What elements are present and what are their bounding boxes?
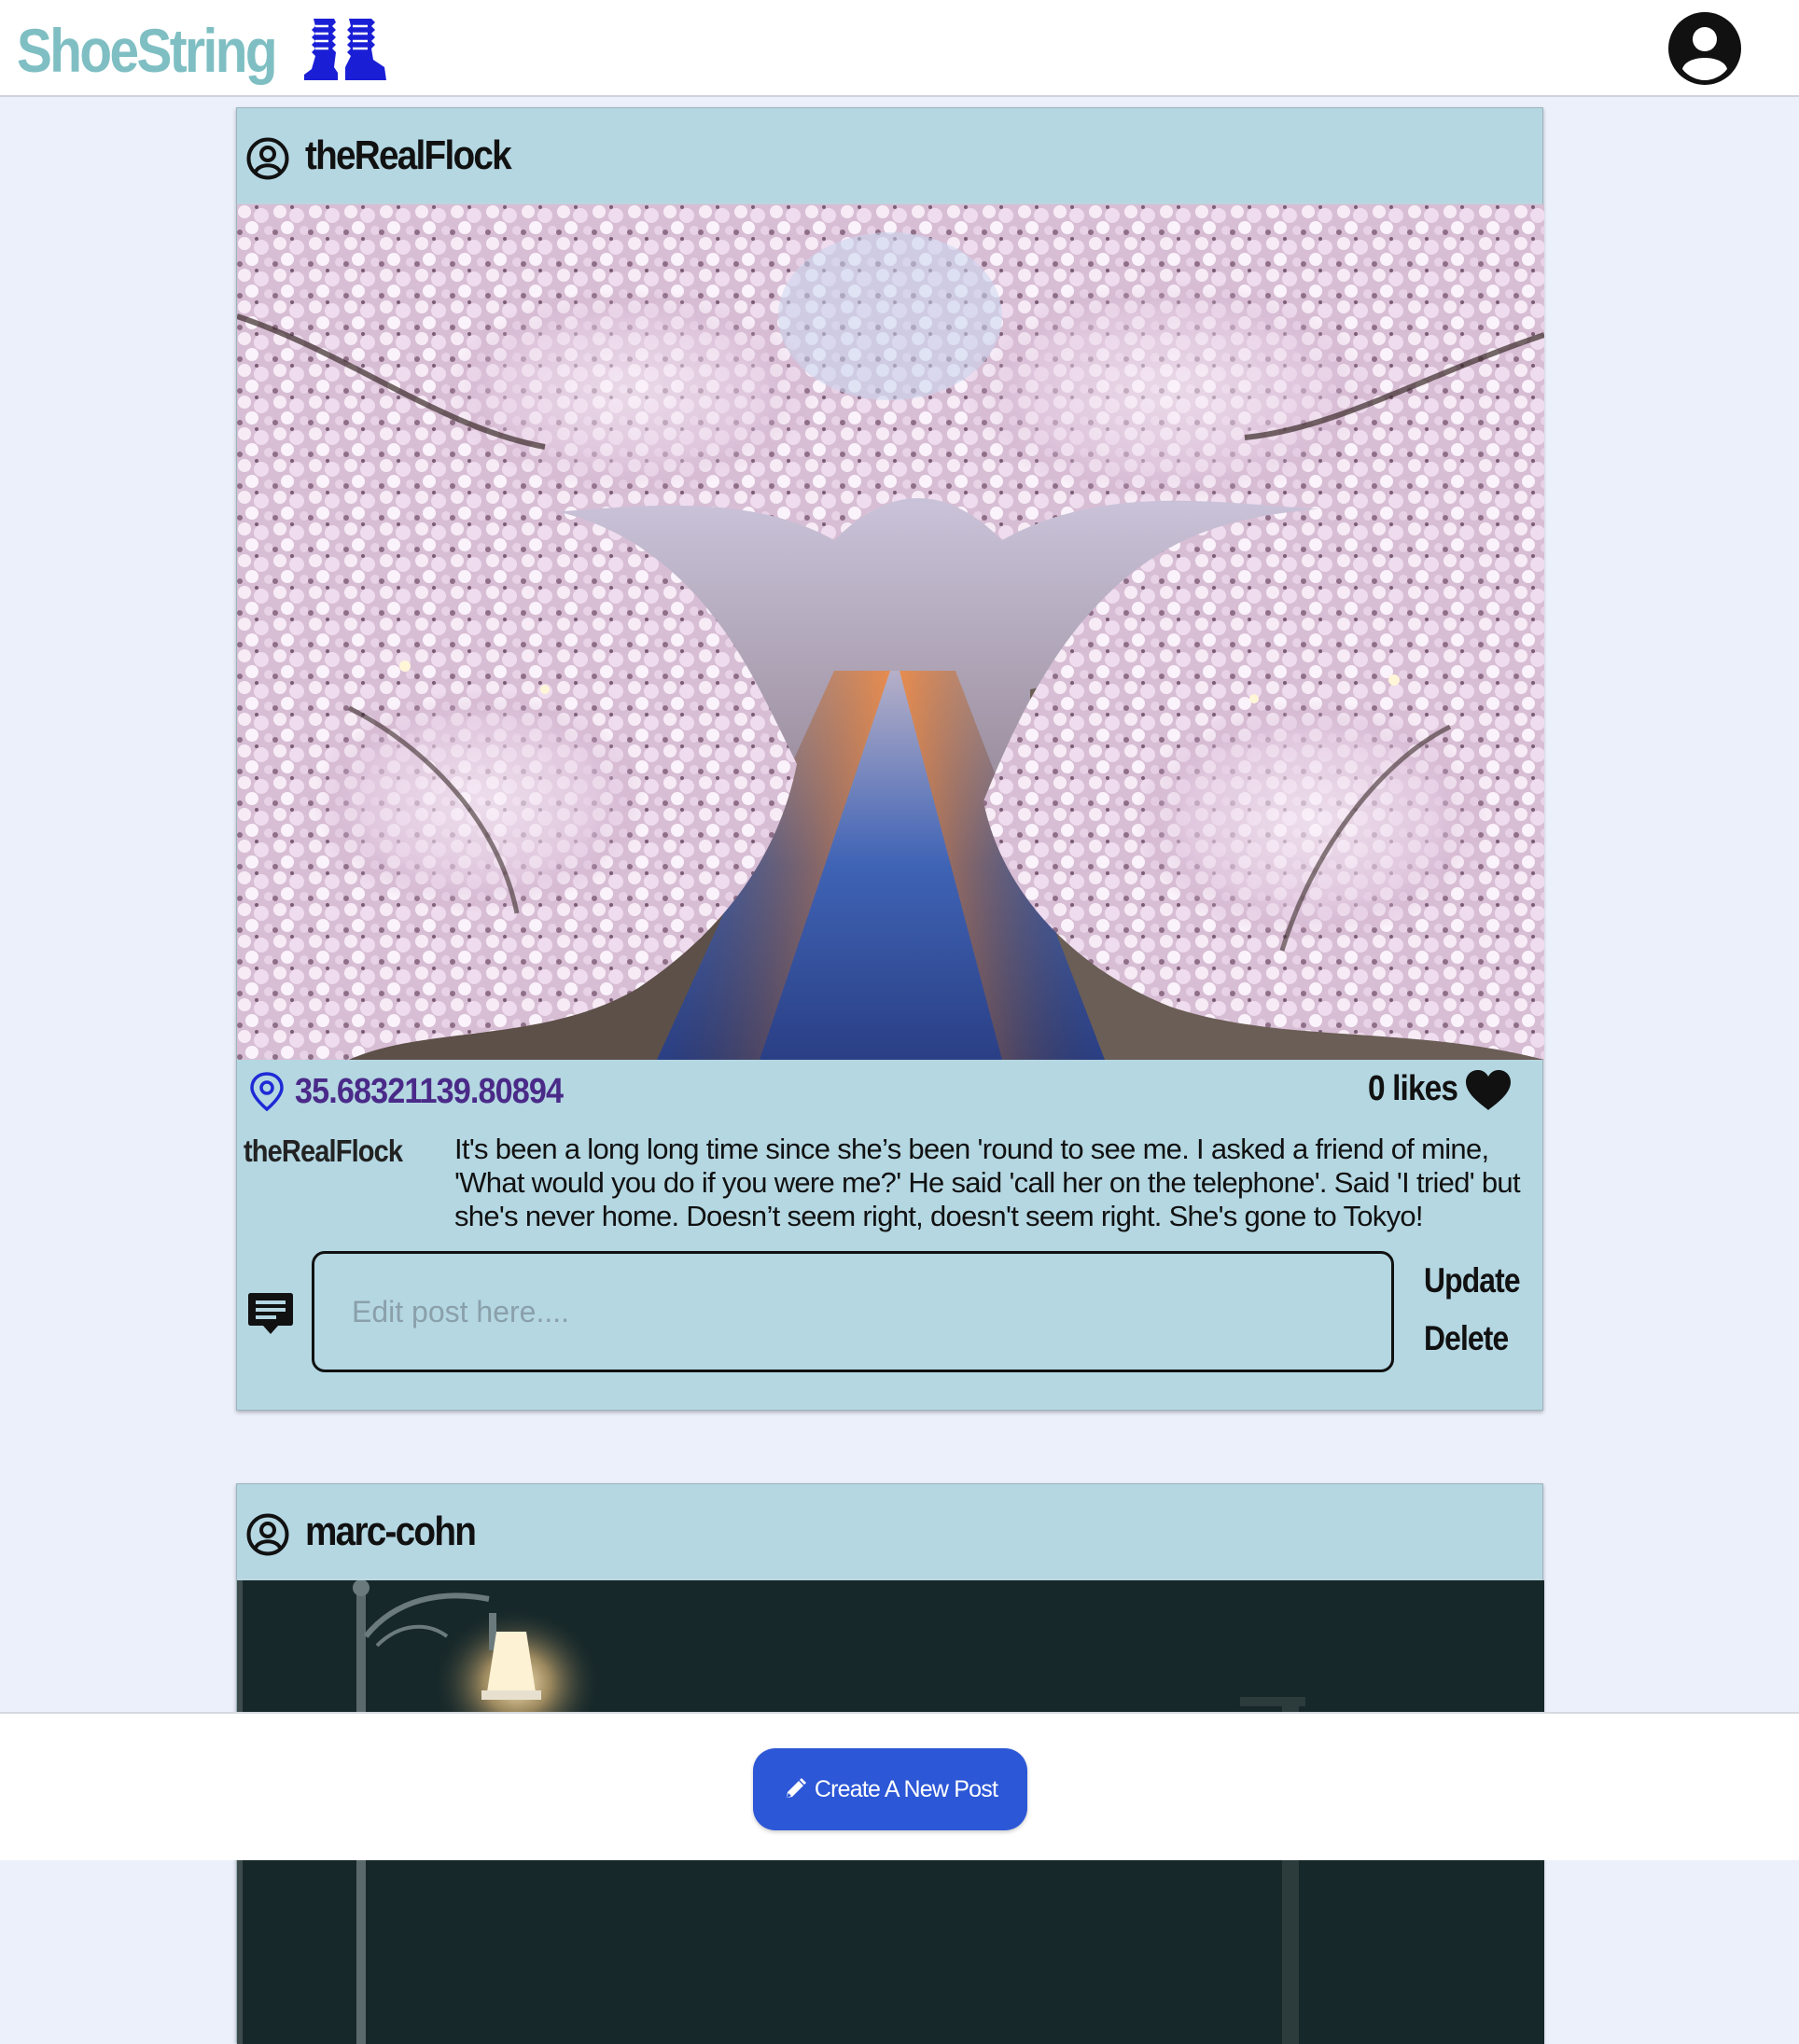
post-photo: [237, 204, 1544, 1060]
top-navbar: ShoeString: [0, 0, 1799, 97]
like-count: 0 likes: [1368, 1069, 1458, 1108]
brand-name[interactable]: ShoeString: [17, 15, 278, 86]
location-coordinates[interactable]: 35.68321139.80894: [295, 1072, 564, 1112]
brand[interactable]: ShoeString: [17, 13, 390, 88]
edit-post-input[interactable]: [312, 1251, 1394, 1372]
user-circle-icon: [246, 1513, 289, 1556]
update-button[interactable]: Update: [1424, 1261, 1521, 1300]
comment-icon[interactable]: [246, 1289, 295, 1338]
location-pin-icon: [250, 1072, 284, 1112]
pencil-icon: [786, 1778, 806, 1798]
post-location[interactable]: 35.68321139.80894: [248, 1071, 593, 1112]
create-post-label: Create A New Post: [814, 1775, 998, 1802]
post-header: theRealFlock: [237, 108, 1542, 203]
bottom-bar: Create A New Post: [0, 1712, 1799, 1860]
caption-username[interactable]: theRealFlock: [244, 1133, 408, 1169]
delete-button[interactable]: Delete: [1424, 1319, 1509, 1358]
heart-icon[interactable]: [1464, 1069, 1513, 1112]
photo-cherry-blossom-canal: [237, 204, 1544, 1060]
user-circle-icon: [246, 137, 289, 180]
post-username[interactable]: marc-cohn: [305, 1509, 477, 1555]
boots-icon: [304, 19, 386, 80]
post-header: marc-cohn: [237, 1484, 1542, 1579]
post-caption: It's been a long long time since she’s b…: [454, 1133, 1521, 1232]
account-circle-icon[interactable]: [1667, 11, 1742, 86]
post-card: theRealFlock 35.68321139.80894 0 likes t…: [236, 107, 1544, 1411]
post-username[interactable]: theRealFlock: [305, 132, 512, 179]
create-post-button[interactable]: Create A New Post: [753, 1748, 1027, 1830]
